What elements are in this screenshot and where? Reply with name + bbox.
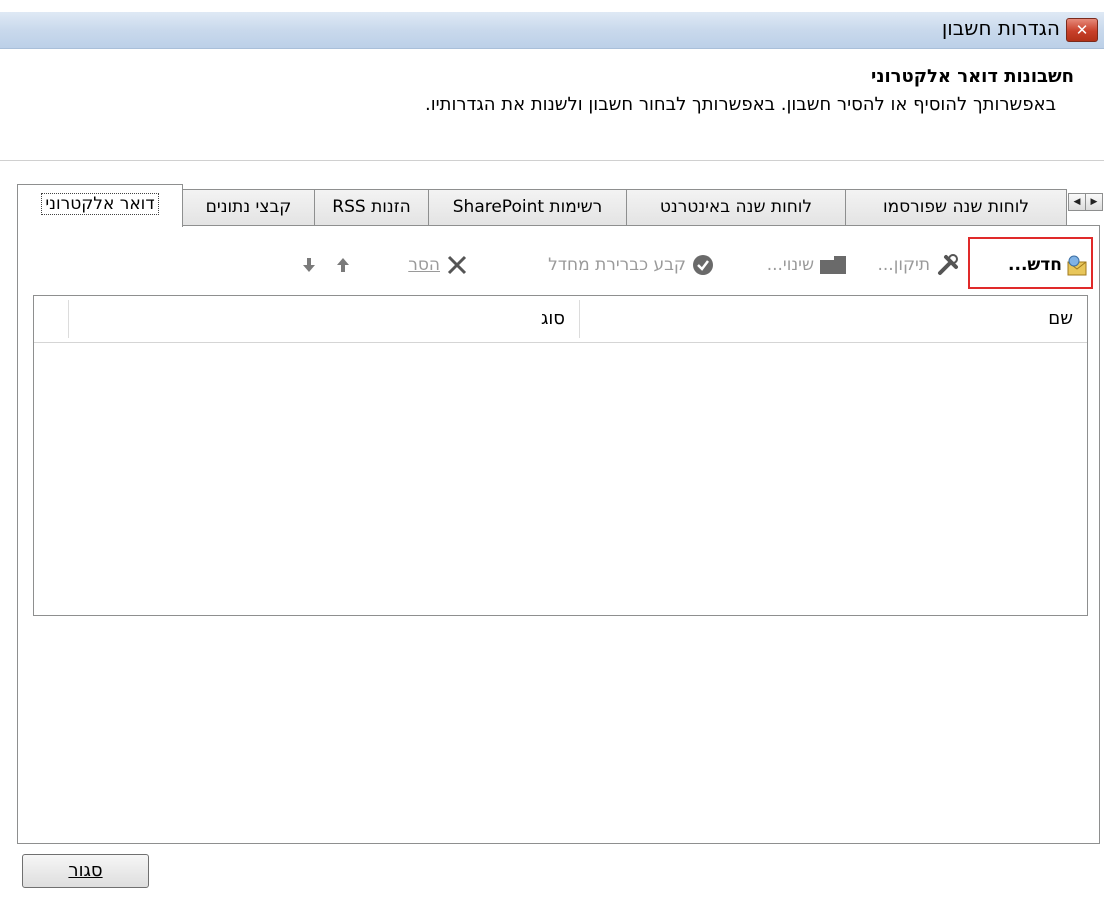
tab-label: לוחות שנה שפורסמו bbox=[882, 197, 1030, 217]
tab-internet-calendars[interactable]: לוחות שנה באינטרנט bbox=[626, 189, 846, 226]
tab-scroll-right-button[interactable]: ▶ bbox=[1085, 193, 1103, 211]
column-divider bbox=[68, 300, 69, 338]
accounts-list[interactable]: שם סוג bbox=[33, 295, 1088, 616]
list-header: שם סוג bbox=[34, 296, 1087, 343]
tab-email[interactable]: דואר אלקטרוני bbox=[17, 184, 183, 227]
set-default-button-label: קבע כברירת מחדל bbox=[548, 255, 686, 275]
change-icon bbox=[820, 256, 846, 274]
column-header-type[interactable]: סוג bbox=[70, 296, 565, 342]
move-up-button[interactable] bbox=[332, 250, 354, 280]
move-down-button[interactable] bbox=[298, 250, 320, 280]
section-heading: חשבונות דואר אלקטרוני bbox=[871, 66, 1074, 87]
tab-label: הזנות RSS bbox=[332, 197, 411, 217]
set-default-button[interactable]: קבע כברירת מחדל bbox=[488, 250, 714, 280]
tab-rss-feeds[interactable]: הזנות RSS bbox=[314, 189, 429, 226]
new-account-icon bbox=[1067, 255, 1087, 276]
tab-sharepoint-lists[interactable]: רשימות SharePoint bbox=[428, 189, 627, 226]
tab-label: רשימות SharePoint bbox=[452, 197, 603, 217]
new-button-label: חדש... bbox=[1008, 255, 1062, 275]
arrow-down-icon bbox=[303, 258, 315, 272]
close-icon: ✕ bbox=[1075, 21, 1089, 39]
close-button-label: סגור bbox=[68, 860, 103, 881]
remove-button-label: הסר bbox=[408, 255, 440, 275]
close-window-button[interactable]: ✕ bbox=[1066, 18, 1098, 42]
tools-icon bbox=[938, 254, 958, 275]
close-button[interactable]: סגור bbox=[22, 854, 149, 888]
repair-button[interactable]: תיקון... bbox=[850, 250, 960, 280]
arrow-up-icon bbox=[337, 258, 349, 272]
section-description: באפשרותך להוסיף או להסיר חשבון. באפשרותך… bbox=[425, 94, 1056, 115]
change-button-label: שינוי... bbox=[766, 255, 814, 275]
tab-data-files[interactable]: קבצי נתונים bbox=[182, 189, 315, 226]
remove-x-icon bbox=[447, 255, 467, 275]
tab-label: לוחות שנה באינטרנט bbox=[659, 197, 813, 217]
new-button[interactable]: חדש... bbox=[980, 250, 1088, 280]
repair-button-label: תיקון... bbox=[877, 255, 930, 275]
title-bar: ✕ הגדרות חשבון bbox=[0, 12, 1104, 49]
tab-label: דואר אלקטרוני bbox=[41, 193, 159, 215]
column-header-name[interactable]: שם bbox=[593, 296, 1073, 342]
tab-label: קבצי נתונים bbox=[205, 197, 292, 217]
tab-published-calendars[interactable]: לוחות שנה שפורסמו bbox=[845, 189, 1067, 226]
change-button[interactable]: שינוי... bbox=[734, 250, 846, 280]
checkmark-icon bbox=[693, 255, 713, 275]
window-title: הגדרות חשבון bbox=[941, 16, 1060, 40]
tab-scroll-left-button[interactable]: ◀ bbox=[1068, 193, 1086, 211]
header-divider bbox=[0, 160, 1104, 161]
remove-button[interactable]: הסר bbox=[376, 250, 468, 280]
column-divider bbox=[579, 300, 580, 338]
